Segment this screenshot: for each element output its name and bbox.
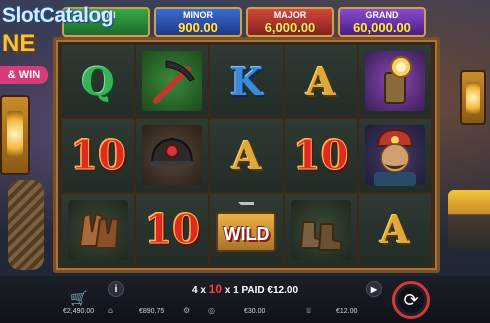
reel-cell xyxy=(136,119,209,192)
buy-feature-cart-icon[interactable]: 🛒 xyxy=(68,288,90,308)
reel-cell: A xyxy=(210,119,283,192)
info-button[interactable]: i xyxy=(108,281,124,297)
reel-cell xyxy=(358,119,431,192)
jackpot-label: GRAND xyxy=(365,10,399,20)
wild-symbol: WILD xyxy=(216,201,277,258)
reel-cell: K xyxy=(210,45,283,118)
total-wagered-value: €890.75 xyxy=(139,308,165,315)
reel-cell xyxy=(284,193,357,266)
jackpot-grand: GRAND 60,000.00 xyxy=(338,7,426,37)
reel-cell: 10 xyxy=(62,119,135,192)
jackpot-value: 6,000.00 xyxy=(264,20,316,35)
reel-frame: Q K A 10 A 10 10 WILD A xyxy=(53,37,440,273)
game-logo-subtitle: & WIN xyxy=(0,66,48,84)
symbol-ten: 10 xyxy=(70,131,127,179)
jackpot-value: 900.00 xyxy=(178,20,218,35)
symbol-ten: 10 xyxy=(144,206,201,254)
reel-cell xyxy=(62,193,135,266)
pickaxe-icon xyxy=(153,60,195,105)
jackpot-minor: MINOR 900.00 xyxy=(154,7,242,37)
symbol-ten: 10 xyxy=(292,131,349,179)
spin-button[interactable]: ⟳ xyxy=(392,281,430,319)
bet-value: €30.00 xyxy=(244,308,266,315)
reel-cell: A xyxy=(358,193,431,266)
reel-cell: 10 xyxy=(284,119,357,192)
jackpot-bar: MINI MINOR 900.00 MAJOR 6,000.00 GRAND 6… xyxy=(62,7,426,37)
settings-icon[interactable]: ⚙ xyxy=(183,306,190,315)
symbol-a: A xyxy=(380,207,410,253)
boots-icon xyxy=(299,220,342,251)
jackpot-label: MAJOR xyxy=(273,10,307,20)
miner-icon xyxy=(373,129,416,187)
reel-cell xyxy=(136,45,209,118)
symbol-k: K xyxy=(229,58,263,104)
helmet-icon xyxy=(150,138,195,167)
reel-cell xyxy=(358,45,431,118)
bank-icon: ⌂ xyxy=(108,306,114,315)
coin-icon[interactable]: ◎ xyxy=(208,306,215,315)
gloves-icon xyxy=(78,212,120,249)
win-line-prefix: 4 x xyxy=(191,285,209,296)
reel-cell: WILD xyxy=(210,193,283,266)
spin-icon: ⟳ xyxy=(398,287,424,313)
lamp-icon xyxy=(383,56,412,105)
wild-label: WILD xyxy=(223,223,270,244)
jackpot-value: 60,000.00 xyxy=(353,20,411,35)
reel-cell: Q xyxy=(62,45,135,118)
win-value: €12.00 xyxy=(336,308,358,315)
rope-decoration xyxy=(8,180,44,270)
reel-cell: 10 xyxy=(136,193,209,266)
autoplay-button[interactable]: ▶ xyxy=(366,281,382,297)
symbol-a: A xyxy=(231,132,262,178)
jackpot-label: MINOR xyxy=(183,10,213,20)
lantern-right-icon xyxy=(460,70,486,125)
symbol-q: Q xyxy=(81,58,115,104)
symbol-a: A xyxy=(305,58,336,104)
win-line-suffix: x 1 PAID €12.00 xyxy=(222,285,299,296)
game-logo-title: NE xyxy=(2,30,36,57)
trophy-icon: ♕ xyxy=(305,306,313,315)
gold-cart-icon xyxy=(448,190,490,250)
reel-grid: Q K A 10 A 10 10 WILD A xyxy=(62,45,431,266)
jackpot-major: MAJOR 6,000.00 xyxy=(246,7,334,37)
win-line-multiplier: 10 xyxy=(208,282,223,296)
reel-cell: A xyxy=(284,45,357,118)
lantern-left-icon xyxy=(0,95,30,175)
balance-value: €2,490.00 xyxy=(63,308,95,315)
watermark: SlotCatalog xyxy=(2,4,114,27)
